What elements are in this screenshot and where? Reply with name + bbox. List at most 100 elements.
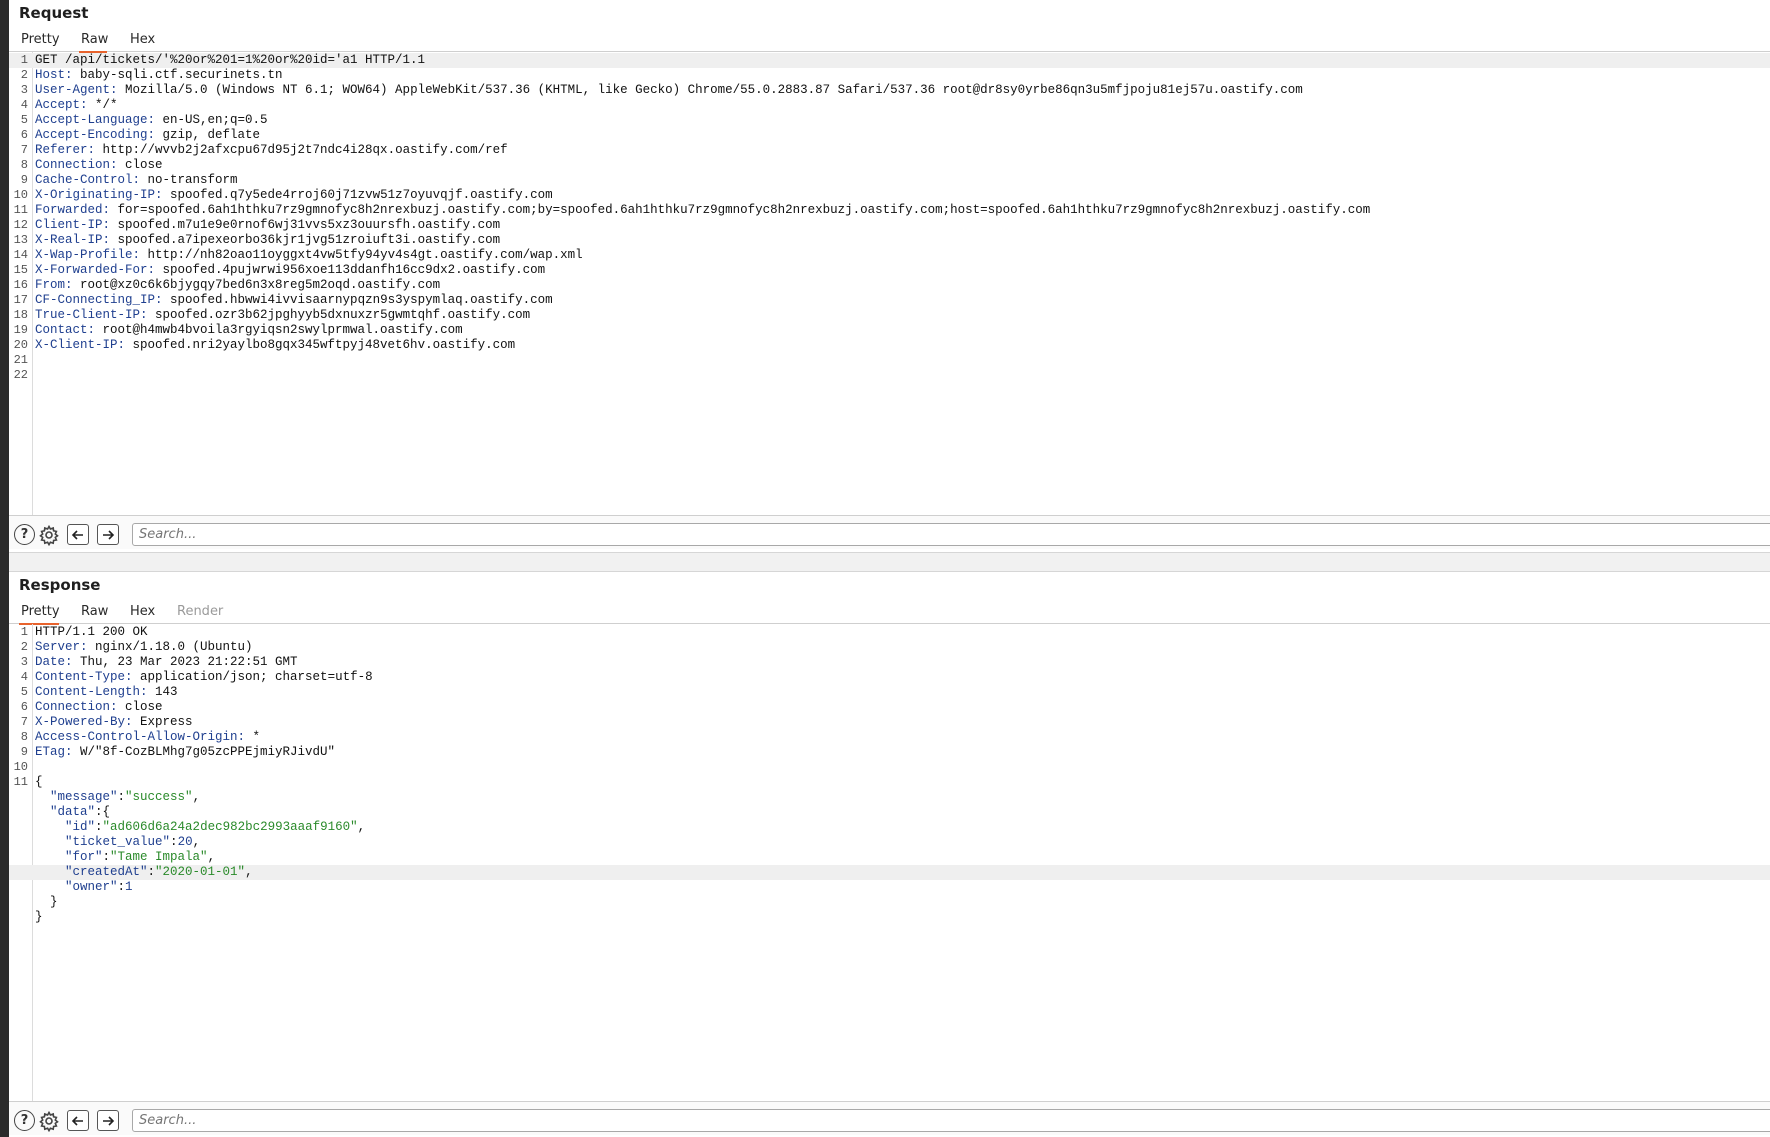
request-tabs: Pretty Raw Hex <box>9 28 1770 53</box>
response-search-bar: ? <box>9 1101 1770 1135</box>
header-name: Content-Type: <box>35 670 133 684</box>
code-line: 8 Access-Control-Allow-Origin: * <box>9 730 1770 745</box>
line-content: Access-Control-Allow-Origin: * <box>35 730 260 745</box>
line-number: 8 <box>20 730 28 744</box>
header-name: Cache-Control: <box>35 173 141 187</box>
json-value: 20 <box>177 835 193 849</box>
line-number: 15 <box>13 263 28 277</box>
tab-raw[interactable]: Raw <box>79 30 108 53</box>
code-line: 18 True-Client-IP: spoofed.ozr3b62jpghyyb… <box>9 308 1770 323</box>
line-number: 12 <box>13 218 28 232</box>
line-content: Forwarded: for=spoofed.6ah1hthku7rz9gmno… <box>35 203 1370 218</box>
back-arrow-icon[interactable] <box>67 524 89 545</box>
code-line: 21 <box>9 353 1770 368</box>
line-content: X-Client-IP: spoofed.nri2yaylbo8gqx345wf… <box>35 338 515 353</box>
request-editor[interactable]: 1 GET /api/tickets/'%20or%201=1%20or%20id… <box>9 52 1770 515</box>
response-editor[interactable]: 1 HTTP/1.1 200 OK 2 Server: nginx/1.18.0 (U… <box>9 624 1770 1101</box>
header-name: Client-IP: <box>35 218 111 232</box>
tab-hex[interactable]: Hex <box>130 602 155 622</box>
tab-pretty[interactable]: Pretty <box>21 30 60 50</box>
back-arrow-icon[interactable] <box>67 1110 89 1131</box>
line-number: 1 <box>20 625 28 639</box>
line-content: HTTP/1.1 200 OK <box>35 625 148 639</box>
code-line: "message":"success", <box>9 790 1770 805</box>
header-name: Host: <box>35 68 73 82</box>
line-content: Content-Length: 143 <box>35 685 178 700</box>
line-number: 5 <box>20 113 28 127</box>
json-value: 1 <box>125 880 133 894</box>
line-number: 6 <box>20 128 28 142</box>
response-tabs: Pretty Raw Hex Render <box>9 600 1770 625</box>
request-search-input[interactable] <box>132 523 1770 546</box>
line-content: X-Forwarded-For: spoofed.4pujwrwi956xoe1… <box>35 263 545 278</box>
pane-splitter[interactable] <box>9 552 1770 572</box>
header-value: * <box>245 730 261 744</box>
code-line: 17 CF-Connecting_IP: spoofed.hbwwi4ivvisa… <box>9 293 1770 308</box>
line-content: "data":{ <box>35 805 110 820</box>
line-content: X-Originating-IP: spoofed.q7y5ede4rroj60… <box>35 188 553 203</box>
code-line: 16 From: root@xz0c6k6bjygqy7bed6n3x8reg5m… <box>9 278 1770 293</box>
code-line: 4 Accept: */* <box>9 98 1770 113</box>
line-number: 11 <box>13 203 28 217</box>
json-value: "ad606d6a24a2dec982bc2993aaaf9160" <box>102 820 358 834</box>
gear-icon[interactable] <box>38 1110 60 1132</box>
header-name: X-Originating-IP: <box>35 188 163 202</box>
code-line: 12 Client-IP: spoofed.m7u1e9e0rnof6wj31vv… <box>9 218 1770 233</box>
line-content: Host: baby-sqli.ctf.securinets.tn <box>35 68 283 83</box>
line-number: 4 <box>20 670 28 684</box>
gear-icon[interactable] <box>38 524 60 546</box>
line-content: ETag: W/"8f-CozBLMhg7g05zcPPEjmiyRJivdU" <box>35 745 335 760</box>
json-separator: : <box>117 880 126 894</box>
code-line: 10 X-Originating-IP: spoofed.q7y5ede4rroj… <box>9 188 1770 203</box>
header-name: X-Real-IP: <box>35 233 111 247</box>
code-line: "owner":1 <box>9 880 1770 895</box>
header-value: nginx/1.18.0 (Ubuntu) <box>87 640 253 654</box>
help-icon[interactable]: ? <box>14 524 35 545</box>
response-search-input[interactable] <box>132 1109 1770 1132</box>
header-value: for=spoofed.6ah1hthku7rz9gmnofyc8h2nrexb… <box>110 203 1371 217</box>
header-value: baby-sqli.ctf.securinets.tn <box>72 68 283 82</box>
help-icon[interactable]: ? <box>14 1110 35 1131</box>
json-separator: : <box>170 835 178 849</box>
tab-render[interactable]: Render <box>177 602 223 622</box>
json-separator: :{ <box>95 805 111 819</box>
line-content: Content-Type: application/json; charset=… <box>35 670 373 685</box>
tab-raw[interactable]: Raw <box>81 602 108 622</box>
json-key: "owner" <box>65 880 118 894</box>
header-value: root@xz0c6k6bjygqy7bed6n3x8reg5m2oqd.oas… <box>72 278 441 292</box>
line-content: Connection: close <box>35 700 163 715</box>
json-key: "ticket_value" <box>65 835 171 849</box>
line-number: 18 <box>13 308 28 322</box>
line-number: 20 <box>13 338 28 352</box>
header-name: Accept: <box>35 98 88 112</box>
request-search-bar: ? <box>9 515 1770 549</box>
tab-hex[interactable]: Hex <box>130 30 155 50</box>
header-value: http://wvvb2j2afxcpu67d95j2t7ndc4i28qx.o… <box>95 143 508 157</box>
header-name: Content-Length: <box>35 685 148 699</box>
header-name: Server: <box>35 640 88 654</box>
header-name: ETag: <box>35 745 73 759</box>
header-name: Forwarded: <box>35 203 111 217</box>
forward-arrow-icon[interactable] <box>97 524 119 545</box>
line-number: 11 <box>13 775 28 789</box>
header-value: spoofed.hbwwi4ivvisaarnypqzn9s3yspymlaq.… <box>162 293 553 307</box>
json-key: "data" <box>50 805 96 819</box>
line-number: 3 <box>20 83 28 97</box>
header-value: Thu, 23 Mar 2023 21:22:51 GMT <box>72 655 298 669</box>
line-content: "createdAt":"2020-01-01", <box>35 865 253 880</box>
code-line: 19 Contact: root@h4mwb4bvoila3rgyiqsn2swy… <box>9 323 1770 338</box>
header-name: From: <box>35 278 73 292</box>
json-separator: : <box>95 820 103 834</box>
line-content: "ticket_value":20, <box>35 835 200 850</box>
code-line: 6 Accept-Encoding: gzip, deflate <box>9 128 1770 143</box>
code-line: 9 Cache-Control: no-transform <box>9 173 1770 188</box>
tab-pretty[interactable]: Pretty <box>19 602 60 625</box>
header-value: spoofed.nri2yaylbo8gqx345wftpyj48vet6hv.… <box>125 338 516 352</box>
code-line: "ticket_value":20, <box>9 835 1770 850</box>
code-line: 11 Forwarded: for=spoofed.6ah1hthku7rz9gm… <box>9 203 1770 218</box>
header-value: spoofed.m7u1e9e0rnof6wj31vvs5xz3ouursfh.… <box>110 218 501 232</box>
header-name: Access-Control-Allow-Origin: <box>35 730 246 744</box>
forward-arrow-icon[interactable] <box>97 1110 119 1131</box>
json-separator: : <box>102 850 111 864</box>
